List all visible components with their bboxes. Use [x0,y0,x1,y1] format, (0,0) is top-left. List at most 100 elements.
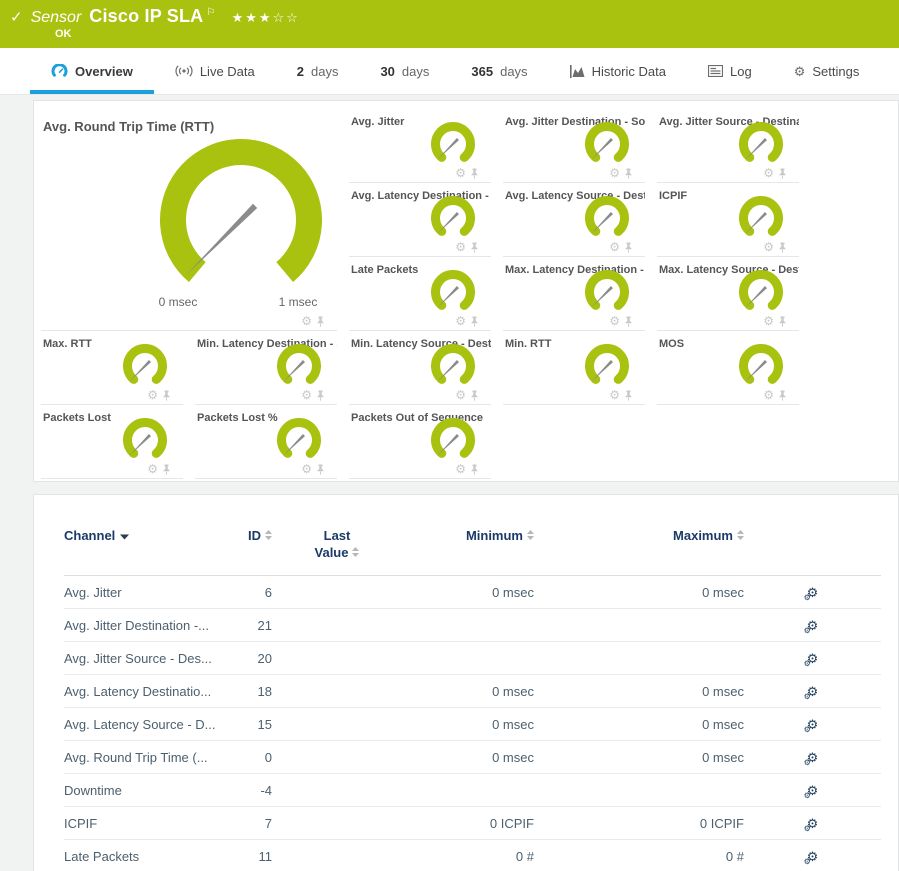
panel-gear-icon[interactable]: ⚙ [455,167,466,179]
table-row: ICPIF 7 0 ICPIF 0 ICPIF ⚙⚙ [64,807,881,840]
panel-pin-icon[interactable] [470,168,479,179]
column-header-minimum[interactable]: Minimum [402,521,534,576]
channel-name: Late Packets [64,840,239,871]
tab-30-days[interactable]: 30 days [359,48,450,94]
panel-gear-icon[interactable]: ⚙ [147,389,158,401]
panel-actions: ⚙ [455,167,479,179]
panel-gear-icon[interactable]: ⚙ [455,241,466,253]
tab-settings-label: Settings [812,64,859,79]
panel-pin-icon[interactable] [624,168,633,179]
tab-historic-data[interactable]: Historic Data [549,48,687,94]
edit-channel-icon[interactable]: ⚙⚙ [807,750,819,765]
edit-channel-icon[interactable]: ⚙⚙ [807,717,819,732]
edit-channel-icon[interactable]: ⚙⚙ [807,585,819,600]
column-header-maximum[interactable]: Maximum [534,521,744,576]
channel-minimum: 0 msec [402,741,534,774]
tab-30-days-unit: days [402,64,429,79]
channel-minimum [402,642,534,675]
channel-minimum: 0 # [402,840,534,871]
tab-overview[interactable]: Overview [30,48,154,94]
channel-last-value [272,708,402,741]
panel-gear-icon[interactable]: ⚙ [763,241,774,253]
gauge-chart [733,122,789,170]
panel-gear-icon[interactable]: ⚙ [455,315,466,327]
panel-pin-icon[interactable] [470,242,479,253]
panel-pin-icon[interactable] [316,390,325,401]
panel-pin-icon[interactable] [778,242,787,253]
panel-pin-icon[interactable] [470,464,479,475]
channel-maximum: 0 ICPIF [534,807,744,840]
tab-2-days[interactable]: 2 days [276,48,360,94]
channel-last-value [272,576,402,609]
tab-365-days[interactable]: 365 days [450,48,548,94]
edit-channel-icon[interactable]: ⚙⚙ [807,651,819,666]
channel-name: ICPIF [64,807,239,840]
channel-name: Avg. Latency Destinatio... [64,675,239,708]
panel-gear-icon[interactable]: ⚙ [455,463,466,475]
tab-settings[interactable]: ⚙ Settings [773,48,881,94]
panel-pin-icon[interactable] [162,464,171,475]
panel-gear-icon[interactable]: ⚙ [609,389,620,401]
panel-gear-icon[interactable]: ⚙ [609,315,620,327]
panel-pin-icon[interactable] [316,316,325,327]
panel-gear-icon[interactable]: ⚙ [763,389,774,401]
gauge-panel-late-packets: Late Packets ⚙ [349,257,491,331]
panel-gear-icon[interactable]: ⚙ [609,241,620,253]
panel-gear-icon[interactable]: ⚙ [301,463,312,475]
channel-maximum [534,642,744,675]
panel-pin-icon[interactable] [470,390,479,401]
sensor-status-badge: OK [55,28,72,40]
panel-pin-icon[interactable] [624,390,633,401]
panel-gear-icon[interactable]: ⚙ [455,389,466,401]
column-header-actions [744,521,881,576]
priority-flag-icon[interactable]: ⚐ [206,7,215,18]
channel-name: Avg. Jitter Source - Des... [64,642,239,675]
live-signal-icon [175,65,193,77]
edit-channel-icon[interactable]: ⚙⚙ [807,783,819,798]
channel-minimum: 0 msec [402,576,534,609]
channel-id: 6 [239,576,272,609]
column-header-minimum-label: Minimum [466,528,523,543]
column-header-id[interactable]: ID [239,521,272,576]
tab-365-days-unit: days [500,64,527,79]
panel-pin-icon[interactable] [778,390,787,401]
panel-actions: ⚙ [763,241,787,253]
table-row: Avg. Jitter 6 0 msec 0 msec ⚙⚙ [64,576,881,609]
gauge-chart [271,344,327,392]
gauge-panel-avg-jitter-source-dest: Avg. Jitter Source - Destination ⚙ [657,109,799,183]
channel-maximum [534,609,744,642]
channel-last-value [272,609,402,642]
panel-gear-icon[interactable]: ⚙ [301,389,312,401]
gauge-chart [151,135,331,295]
sort-icon [352,547,359,557]
channel-id: 21 [239,609,272,642]
gauge-chart [733,344,789,392]
edit-channel-icon[interactable]: ⚙⚙ [807,849,819,864]
priority-stars[interactable]: ★★★☆☆ [232,10,300,26]
panel-pin-icon[interactable] [778,316,787,327]
panel-pin-icon[interactable] [316,464,325,475]
gauge-panel-avg-latency-dest-source: Avg. Latency Destination - So... ⚙ [349,183,491,257]
gauge-chart [733,196,789,244]
gauge-panel-max-rtt: Max. RTT ⚙ [41,331,183,405]
tab-log[interactable]: Log [687,48,773,94]
channel-minimum [402,774,534,807]
panel-pin-icon[interactable] [624,242,633,253]
gauge-panel-avg-jitter: Avg. Jitter ⚙ [349,109,491,183]
panel-gear-icon[interactable]: ⚙ [609,167,620,179]
column-header-channel[interactable]: Channel [64,521,239,576]
panel-pin-icon[interactable] [162,390,171,401]
tab-live-data[interactable]: Live Data [154,48,276,94]
panel-gear-icon[interactable]: ⚙ [301,315,312,327]
column-header-last-value[interactable]: Last Value [272,521,402,576]
panel-gear-icon[interactable]: ⚙ [147,463,158,475]
panel-pin-icon[interactable] [778,168,787,179]
panel-pin-icon[interactable] [470,316,479,327]
panel-gear-icon[interactable]: ⚙ [763,167,774,179]
channel-maximum: 0 msec [534,675,744,708]
panel-gear-icon[interactable]: ⚙ [763,315,774,327]
edit-channel-icon[interactable]: ⚙⚙ [807,816,819,831]
edit-channel-icon[interactable]: ⚙⚙ [807,618,819,633]
edit-channel-icon[interactable]: ⚙⚙ [807,684,819,699]
panel-pin-icon[interactable] [624,316,633,327]
